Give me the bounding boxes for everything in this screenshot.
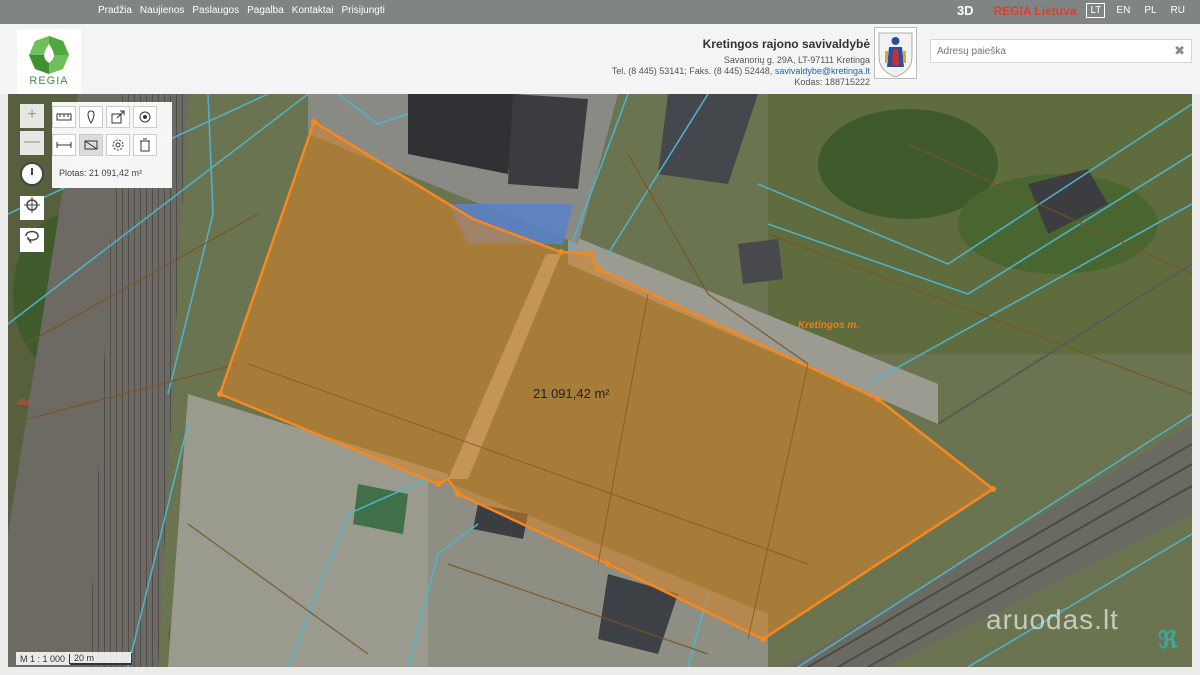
regia-lietuva-link[interactable]: REGIA Lietuva: [994, 4, 1077, 18]
trash-icon: [140, 138, 150, 152]
municipality-name: Kretingos rajono savivaldybė: [702, 37, 870, 51]
export-icon: [111, 110, 125, 124]
compass-icon: [31, 168, 33, 175]
scale-ratio: M 1 : 1 000: [16, 653, 71, 664]
regia-logo-icon: [29, 36, 69, 74]
clear-icon[interactable]: ✖: [1174, 43, 1185, 59]
area-label: 21 091,42 m²: [533, 386, 610, 401]
target-icon: [139, 111, 151, 123]
nav-help[interactable]: Pagalba: [247, 5, 284, 16]
measure-line-button[interactable]: [52, 134, 76, 156]
measure-tool-panel: Plotas: 21 091,42 m²: [52, 102, 172, 188]
nav-login[interactable]: Prisijungti: [342, 5, 385, 16]
ruler-icon: [56, 113, 72, 121]
3d-toggle[interactable]: 3D: [957, 3, 974, 18]
municipality-code: Kodas: 188715222: [794, 77, 870, 87]
rotate-view-button[interactable]: [20, 162, 44, 186]
settings-icon: [112, 139, 124, 151]
lang-pl[interactable]: PL: [1141, 4, 1159, 17]
settings-button[interactable]: [106, 134, 130, 156]
lasso-icon: [25, 230, 39, 244]
municipality-address: Savanorių g. 29A, LT-97111 Kretinga: [723, 55, 870, 65]
top-nav: Pradžia Naujienos Paslaugos Pagalba Kont…: [98, 5, 385, 16]
regia-logo-text: REGIA: [29, 75, 69, 87]
export-button[interactable]: [106, 106, 130, 128]
coat-of-arms-icon: [874, 27, 917, 79]
delete-button[interactable]: [133, 134, 157, 156]
aruodas-watermark: aruodas.lt: [986, 604, 1119, 635]
top-right-controls: 3D REGIA Lietuva LT EN PL RU: [957, 3, 1188, 18]
scale-distance: 20 m: [70, 652, 133, 665]
nav-news[interactable]: Naujienos: [140, 5, 184, 16]
measure-tool-button[interactable]: [52, 106, 76, 128]
lang-lt[interactable]: LT: [1086, 3, 1106, 18]
zoom-in-button[interactable]: +: [20, 104, 44, 128]
measure-line-icon: [56, 142, 72, 148]
measure-area-button[interactable]: [79, 134, 103, 156]
marker-icon: [87, 110, 95, 124]
crosshair-icon: [24, 197, 40, 213]
top-bar: Pradžia Naujienos Paslaugos Pagalba Kont…: [0, 0, 1200, 24]
regia-logo[interactable]: REGIA: [17, 29, 81, 95]
satellite-map[interactable]: [8, 94, 1192, 667]
measure-area-icon: [84, 140, 98, 150]
municipality-contacts: Tel. (8 445) 53141; Faks. (8 445) 52448,…: [612, 66, 870, 77]
scale-bar: M 1 : 1 000 20 m: [16, 652, 133, 665]
target-button[interactable]: [133, 106, 157, 128]
lang-ru[interactable]: RU: [1168, 4, 1188, 17]
parcel-number-label: 48A: [17, 398, 32, 407]
locate-button[interactable]: [20, 196, 44, 220]
header: REGIA Kretingos rajono savivaldybė Savan…: [0, 24, 1200, 95]
lang-en[interactable]: EN: [1113, 4, 1133, 17]
municipality-phone: Tel. (8 445) 53141; Faks. (8 445) 52448,: [611, 66, 775, 76]
zoom-out-button[interactable]: —: [20, 131, 44, 155]
draw-area-button[interactable]: [20, 228, 44, 252]
nav-services[interactable]: Paslaugos: [192, 5, 239, 16]
marker-button[interactable]: [79, 106, 103, 128]
address-search: ✖: [930, 39, 1192, 63]
municipality-email[interactable]: savivaldybe@kretinga.lt: [775, 66, 870, 76]
nav-home[interactable]: Pradžia: [98, 5, 132, 16]
measurement-result: Plotas: 21 091,42 m²: [59, 168, 143, 178]
map-view[interactable]: + — Plotas: 21 091,42 m² 21 091,42 m² Kr…: [8, 94, 1192, 667]
municipality-info: Kretingos rajono savivaldybė Savanorių g…: [612, 37, 870, 88]
street-label: Kretingos m.: [798, 320, 860, 331]
rc-logo-icon: ℜ: [1158, 627, 1178, 654]
address-search-input[interactable]: [931, 40, 1161, 62]
nav-contacts[interactable]: Kontaktai: [292, 5, 334, 16]
